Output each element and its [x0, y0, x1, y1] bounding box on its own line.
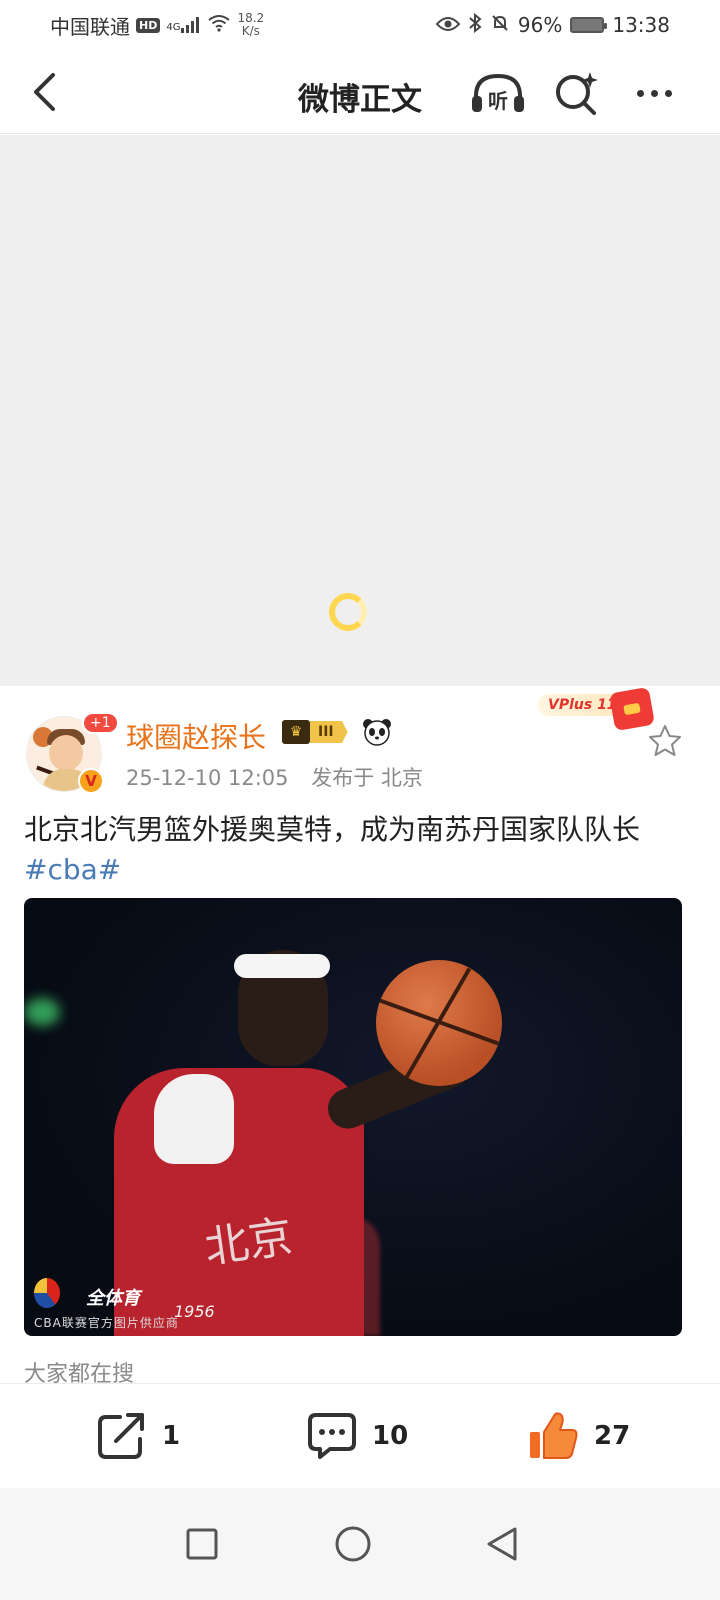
jersey-year: 1956 [174, 1302, 215, 1321]
post-text: 北京北汽男篮外援奥莫特，成为南苏丹国家队队长 #cba# [24, 810, 696, 890]
hd-badge: HD [136, 17, 161, 33]
comment-count: 10 [372, 1421, 409, 1451]
battery-icon [570, 17, 608, 33]
comment-icon [308, 1413, 356, 1459]
clock: 13:38 [612, 13, 670, 37]
battery-percent: 96% [517, 13, 563, 37]
post-meta: 25-12-10 12:05 发布于 北京 [126, 762, 423, 792]
headphones-icon: 听 [472, 73, 524, 113]
comment-button[interactable]: 10 [306, 1410, 408, 1462]
watermark-brand: 全体育 [86, 1288, 140, 1309]
jersey-text: 北京 [201, 1211, 296, 1274]
recent-apps-button[interactable] [170, 1512, 234, 1576]
listen-button[interactable]: 听 [470, 70, 526, 116]
post-photo[interactable]: 北京 1956 全体育 CBA联赛官方图片供应商 [24, 898, 682, 1336]
verified-badge-icon: V [78, 768, 104, 794]
system-back-button[interactable] [470, 1512, 534, 1576]
post-body-text: 北京北汽男篮外援奥莫特，成为南苏丹国家队队长 [24, 813, 641, 846]
triangle-back-icon [487, 1527, 517, 1561]
panda-icon [362, 718, 392, 746]
post-action-bar: 1 10 27 [0, 1383, 720, 1487]
member-level-badge[interactable]: ♛ III [282, 720, 348, 744]
circle-icon [335, 1526, 371, 1562]
cba-logo-icon [34, 1278, 60, 1308]
thumbs-up-icon [530, 1412, 578, 1459]
crown-icon: ♛ [282, 720, 310, 744]
more-options-button[interactable] [630, 70, 678, 116]
like-count: 27 [594, 1421, 631, 1451]
like-button[interactable]: 27 [526, 1410, 630, 1462]
loading-spinner-icon [329, 593, 367, 631]
bluetooth-icon [468, 12, 482, 38]
share-button[interactable]: 1 [96, 1410, 180, 1462]
post-location: 发布于 北京 [311, 766, 423, 790]
avatar-plus-badge: +1 [82, 712, 119, 734]
search-button[interactable] [552, 70, 600, 116]
media-player-area[interactable] [0, 135, 720, 686]
eye-icon [435, 13, 461, 37]
star-icon [649, 725, 681, 756]
dot-icon [664, 89, 672, 97]
mute-bell-icon [490, 13, 510, 38]
watermark-caption: CBA联赛官方图片供应商 [34, 1316, 179, 1330]
share-icon [98, 1413, 144, 1459]
page-title: 微博正文 [298, 82, 422, 118]
favorite-star-button[interactable] [646, 722, 684, 760]
wifi-icon [207, 13, 231, 37]
svg-text:听: 听 [488, 89, 508, 113]
dot-icon [636, 89, 644, 97]
dot-icon [650, 89, 658, 97]
system-navigation-bar [0, 1488, 720, 1600]
username[interactable]: 球圈赵探长 [126, 716, 266, 756]
topic-link[interactable]: #cba# [24, 853, 121, 886]
avatar[interactable]: +1 V [26, 712, 119, 794]
square-icon [186, 1528, 218, 1560]
home-button[interactable] [321, 1512, 385, 1576]
share-count: 1 [162, 1421, 181, 1451]
carrier-label: 中国联通 [50, 14, 130, 39]
search-icon [556, 72, 598, 115]
post-timestamp: 25-12-10 12:05 [126, 766, 289, 790]
member-level-label: III [310, 721, 348, 743]
top-nav-bar: 微博正文 听 [0, 50, 720, 134]
signal-icon: 4G [166, 17, 201, 33]
network-speed: 18.2 K/s [237, 11, 265, 38]
status-bar: 中国联通 HD 4G 18.2 K/s 96% 13:38 [0, 0, 720, 50]
